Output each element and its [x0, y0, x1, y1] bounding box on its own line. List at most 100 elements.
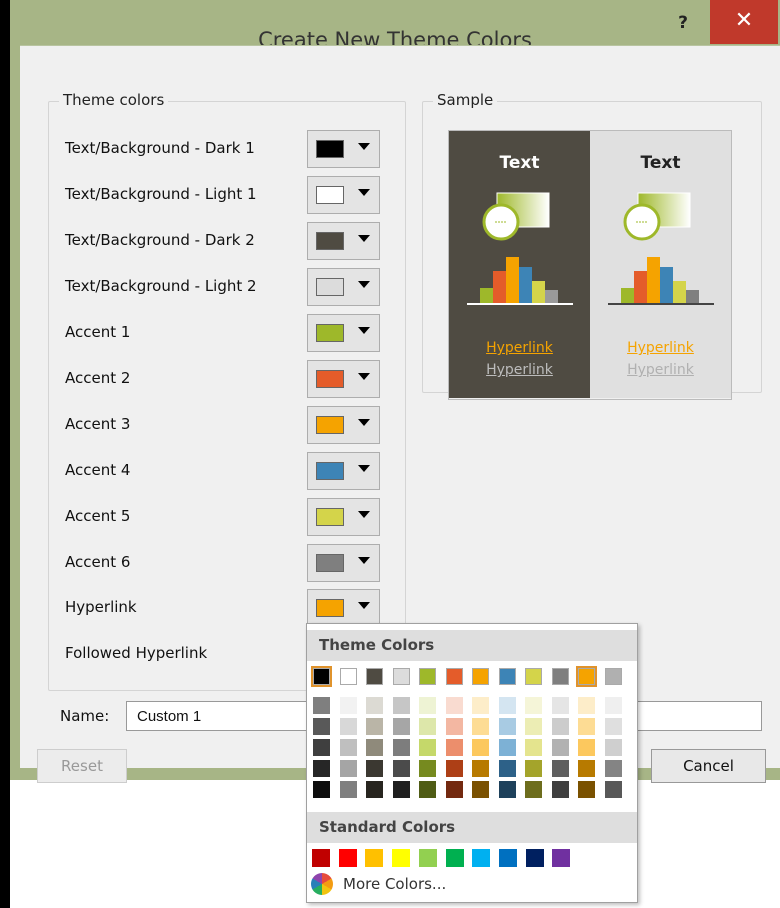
theme-color-shade-swatch[interactable]	[578, 718, 595, 735]
theme-color-shade-swatch[interactable]	[419, 760, 436, 777]
color-dropdown-button[interactable]	[307, 544, 380, 582]
color-dropdown-button[interactable]	[307, 360, 380, 398]
theme-color-swatch[interactable]	[551, 668, 569, 685]
cancel-button[interactable]: Cancel	[651, 749, 766, 783]
theme-color-swatch[interactable]	[525, 668, 542, 685]
theme-color-shade-swatch[interactable]	[313, 739, 330, 756]
theme-color-shade-swatch[interactable]	[313, 718, 330, 735]
theme-color-shade-swatch[interactable]	[445, 739, 463, 756]
theme-color-swatch[interactable]	[311, 666, 332, 687]
standard-color-swatch[interactable]	[418, 849, 437, 867]
color-dropdown-button[interactable]	[307, 406, 380, 444]
standard-color-swatch[interactable]	[472, 849, 491, 867]
theme-color-shade-swatch[interactable]	[339, 697, 357, 714]
theme-color-shade-swatch[interactable]	[604, 697, 622, 714]
theme-color-shade-swatch[interactable]	[578, 760, 595, 777]
theme-color-shade-swatch[interactable]	[551, 760, 569, 777]
theme-color-shade-swatch[interactable]	[392, 781, 410, 798]
theme-color-shade-swatch[interactable]	[472, 781, 489, 798]
theme-color-shade-swatch[interactable]	[445, 760, 463, 777]
theme-color-swatch[interactable]	[576, 666, 597, 687]
theme-color-shade-swatch[interactable]	[339, 739, 357, 756]
standard-color-swatch[interactable]	[525, 849, 544, 867]
theme-color-swatch[interactable]	[472, 668, 489, 685]
theme-color-shade-swatch[interactable]	[366, 739, 383, 756]
theme-color-shade-swatch[interactable]	[498, 781, 516, 798]
theme-color-shade-swatch[interactable]	[472, 697, 489, 714]
theme-color-shade-swatch[interactable]	[578, 739, 595, 756]
theme-color-shade-swatch[interactable]	[525, 697, 542, 714]
color-dropdown-button[interactable]	[307, 268, 380, 306]
theme-color-shade-swatch[interactable]	[525, 718, 542, 735]
theme-color-shade-swatch[interactable]	[498, 739, 516, 756]
theme-color-shade-swatch[interactable]	[339, 718, 357, 735]
theme-color-shade-swatch[interactable]	[339, 760, 357, 777]
reset-button[interactable]: Reset	[37, 749, 127, 783]
standard-color-swatch[interactable]	[365, 849, 384, 867]
theme-color-shade-swatch[interactable]	[339, 781, 357, 798]
theme-color-swatch[interactable]	[366, 668, 383, 685]
theme-color-shade-swatch[interactable]	[419, 697, 436, 714]
color-swatch-icon	[316, 370, 344, 388]
standard-color-swatch[interactable]	[498, 849, 517, 867]
color-dropdown-button[interactable]	[307, 498, 380, 536]
theme-color-shade-swatch[interactable]	[392, 718, 410, 735]
theme-color-shade-swatch[interactable]	[313, 697, 330, 714]
theme-color-shade-swatch[interactable]	[419, 781, 436, 798]
color-dropdown-button[interactable]	[307, 130, 380, 168]
theme-color-shade-swatch[interactable]	[578, 781, 595, 798]
theme-color-swatch[interactable]	[604, 668, 622, 685]
theme-color-shade-swatch[interactable]	[313, 760, 330, 777]
theme-color-shade-swatch[interactable]	[392, 739, 410, 756]
standard-color-swatch[interactable]	[338, 849, 357, 867]
color-dropdown-button[interactable]	[307, 314, 380, 352]
theme-color-shade-swatch[interactable]	[313, 781, 330, 798]
theme-color-shade-swatch[interactable]	[551, 718, 569, 735]
theme-color-shade-swatch[interactable]	[525, 739, 542, 756]
color-dropdown-button[interactable]	[307, 222, 380, 260]
more-colors-button[interactable]: More Colors...	[307, 870, 637, 900]
sample-light-text: Text	[640, 153, 681, 173]
theme-color-shade-swatch[interactable]	[419, 718, 436, 735]
theme-color-shade-swatch[interactable]	[498, 718, 516, 735]
theme-color-shade-swatch[interactable]	[525, 781, 542, 798]
color-dropdown-button[interactable]	[307, 589, 380, 627]
theme-color-shade-swatch[interactable]	[498, 760, 516, 777]
theme-color-shade-swatch[interactable]	[472, 718, 489, 735]
theme-color-shade-swatch[interactable]	[366, 760, 383, 777]
theme-color-shade-swatch[interactable]	[472, 739, 489, 756]
theme-color-swatch[interactable]	[392, 668, 410, 685]
theme-color-shade-swatch[interactable]	[498, 697, 516, 714]
theme-color-swatch[interactable]	[498, 668, 516, 685]
theme-color-shade-swatch[interactable]	[472, 760, 489, 777]
theme-color-shade-swatch[interactable]	[525, 760, 542, 777]
theme-color-shade-swatch[interactable]	[551, 739, 569, 756]
theme-color-shade-swatch[interactable]	[392, 760, 410, 777]
theme-color-shade-swatch[interactable]	[604, 739, 622, 756]
standard-color-swatch[interactable]	[312, 849, 330, 867]
theme-color-swatch[interactable]	[419, 668, 436, 685]
color-dropdown-button[interactable]	[307, 452, 380, 490]
theme-color-shade-swatch[interactable]	[445, 697, 463, 714]
theme-color-shade-swatch[interactable]	[578, 697, 595, 714]
standard-color-swatch[interactable]	[445, 849, 464, 867]
standard-color-swatch[interactable]	[392, 849, 411, 867]
theme-color-shade-swatch[interactable]	[551, 697, 569, 714]
theme-color-shade-swatch[interactable]	[604, 781, 622, 798]
theme-color-swatch[interactable]	[445, 668, 463, 685]
theme-color-shade-swatch[interactable]	[445, 781, 463, 798]
help-button[interactable]: ?	[670, 10, 696, 36]
theme-color-shade-swatch[interactable]	[366, 718, 383, 735]
theme-color-shade-swatch[interactable]	[392, 697, 410, 714]
theme-color-shade-swatch[interactable]	[604, 718, 622, 735]
theme-color-shade-swatch[interactable]	[551, 781, 569, 798]
theme-color-shade-swatch[interactable]	[604, 760, 622, 777]
color-dropdown-button[interactable]	[307, 176, 380, 214]
theme-color-shade-swatch[interactable]	[419, 739, 436, 756]
theme-color-shade-swatch[interactable]	[445, 718, 463, 735]
theme-color-shade-swatch[interactable]	[366, 781, 383, 798]
standard-color-swatch[interactable]	[552, 849, 571, 867]
theme-color-swatch[interactable]	[339, 668, 357, 685]
close-button[interactable]: ✕	[710, 0, 778, 44]
theme-color-shade-swatch[interactable]	[366, 697, 383, 714]
